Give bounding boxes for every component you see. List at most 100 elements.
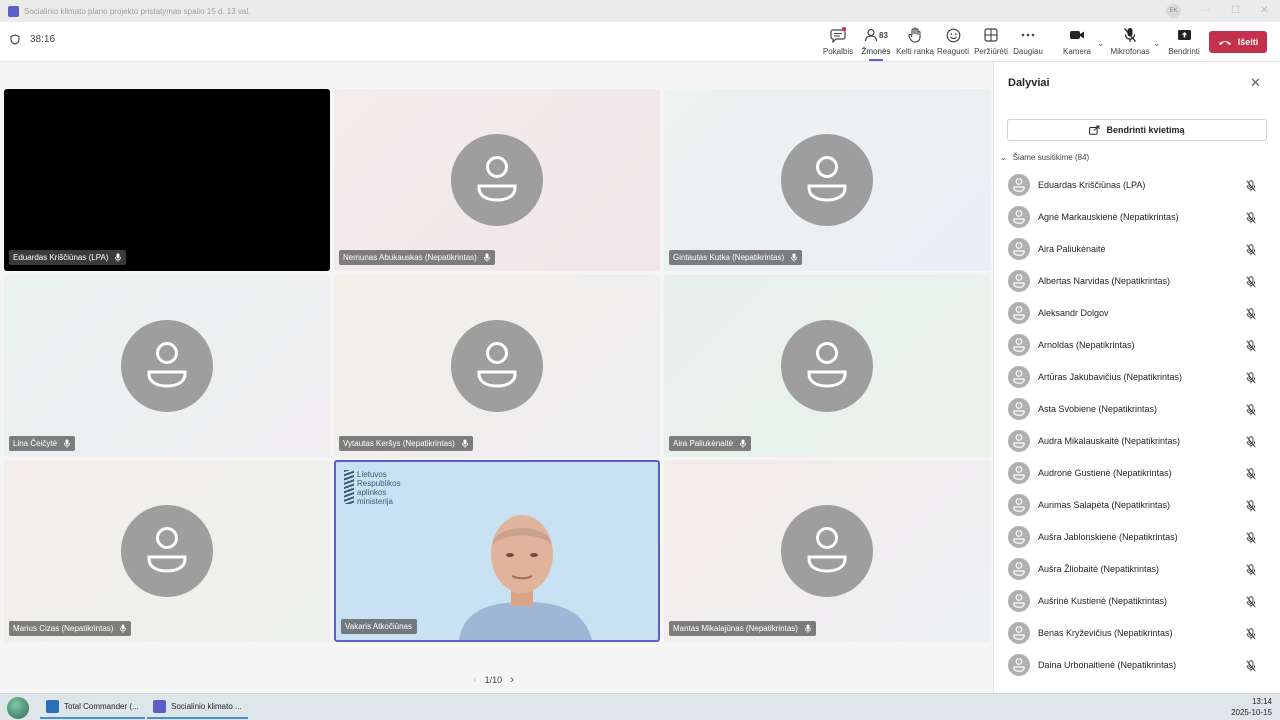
participant-row[interactable]: Agnė Markauskienė (Nepatikrintas)	[994, 201, 1280, 233]
participant-name: Eduardas Kriščiūnas (LPA)	[1038, 180, 1146, 190]
participant-row[interactable]: Aira Paliukėnaitė	[994, 233, 1280, 265]
person-icon	[807, 342, 847, 388]
participant-avatar	[1008, 398, 1030, 420]
video-tile-active-speaker[interactable]: Lietuvos Respublikos aplinkos ministerij…	[334, 460, 660, 642]
user-avatar[interactable]: EK	[1166, 4, 1181, 18]
video-tile[interactable]: Mantas Mikalajūnas (Nepatikrintas)	[664, 460, 990, 642]
os-taskbar: Total Commander (... Socialinio klimato …	[0, 693, 1280, 720]
tile-name: Gintautas Kutka (Nepatikrintas)	[673, 253, 785, 262]
page-indicator: 1/10	[484, 675, 503, 685]
maximize-icon[interactable]: ☐	[1231, 5, 1240, 16]
chat-notification-dot	[842, 27, 846, 31]
participant-avatar	[451, 320, 543, 412]
participant-row[interactable]: Aleksandr Dolgov	[994, 297, 1280, 329]
participant-row[interactable]: Aušra Žliobaitė (Nepatikrintas)	[994, 553, 1280, 585]
section-label: Šiame susitikime (84)	[1012, 153, 1090, 162]
more-button[interactable]: Daugiau	[1006, 26, 1050, 56]
more-window-icon[interactable]: ⋯	[1200, 5, 1210, 16]
camera-button[interactable]: Kamera	[1055, 26, 1099, 56]
hang-up-icon	[1218, 40, 1231, 45]
participant-row[interactable]: Daina Urbonaitienė (Nepatikrintas)	[994, 649, 1280, 681]
taskbar-item-label: Total Commander (...	[64, 702, 139, 711]
mic-off-icon	[1246, 371, 1256, 389]
mic-off-icon	[1246, 499, 1256, 517]
mic-off-icon	[1246, 531, 1256, 549]
total-commander-icon	[46, 700, 59, 713]
participant-avatar	[1008, 462, 1030, 484]
person-icon	[477, 342, 517, 388]
panel-title: Dalyviai	[1008, 77, 1050, 89]
mic-off-icon	[1246, 275, 1256, 293]
person-icon	[1013, 178, 1025, 192]
participant-avatar	[1008, 430, 1030, 452]
participant-avatar	[1008, 270, 1030, 292]
system-clock[interactable]: 13:14 2025-10-15	[1230, 696, 1272, 718]
video-tile[interactable]: Lina Čeičytė	[4, 275, 330, 457]
mic-button[interactable]: Mikrofonas	[1108, 26, 1152, 56]
participants-panel: Dalyviai ✕ Bendrinti kvietimą ⌄ Šiame su…	[993, 62, 1280, 693]
participant-name: Asta Svobiene (Nepatikrintas)	[1038, 404, 1158, 414]
tile-name-tag: Marius Cizas (Nepatikrintas)	[9, 621, 132, 636]
participant-avatar	[1008, 558, 1030, 580]
participant-row[interactable]: Arnoldas (Nepatikrintas)	[994, 329, 1280, 361]
person-icon	[1013, 626, 1025, 640]
meeting-toolbar: 38:16 Pokalbis 83 Žmonės Kelti ranką Rea…	[0, 22, 1280, 62]
tile-name: Lina Čeičytė	[13, 439, 58, 448]
close-panel-icon[interactable]: ✕	[1250, 75, 1261, 91]
mic-off-icon	[1246, 211, 1256, 229]
people-count: 83	[879, 30, 888, 40]
mic-options-chevron-icon[interactable]: ⌄	[1153, 38, 1161, 49]
logo-line: ministerija	[357, 497, 394, 506]
video-tile[interactable]: Gintautas Kutka (Nepatikrintas)	[664, 89, 990, 271]
tile-name-tag: Lina Čeičytė	[9, 436, 76, 451]
participant-avatar	[781, 505, 873, 597]
participant-avatar	[451, 134, 543, 226]
participant-name: Aušra Žliobaitė (Nepatikrintas)	[1038, 564, 1160, 574]
grid-view-icon	[984, 28, 998, 42]
participant-row[interactable]: Aurimas Salapėta (Nepatikrintas)	[994, 489, 1280, 521]
mic-off-icon	[1246, 307, 1256, 325]
start-button-icon[interactable]	[7, 697, 29, 719]
video-tile[interactable]: Aira Paliukėnaitė	[664, 275, 990, 457]
participant-name: Aleksandr Dolgov	[1038, 308, 1109, 318]
tile-name-tag: Eduardas Kriščiūnas (LPA)	[9, 250, 127, 265]
participant-row[interactable]: Aušrinė Kustienė (Nepatikrintas)	[994, 585, 1280, 617]
prev-page-chevron-icon[interactable]: ‹	[473, 674, 477, 686]
participant-row[interactable]: Asta Svobiene (Nepatikrintas)	[994, 393, 1280, 425]
participant-row[interactable]: Audra Mikalauskaitė (Nepatikrintas)	[994, 425, 1280, 457]
speaker-video-figure	[459, 515, 592, 640]
logo-line: Respublikos	[357, 479, 401, 488]
window-title-bar: Socialinio klimato plano projekto prista…	[0, 0, 1280, 22]
video-tile[interactable]: Vytautas Keršys (Nepatikrintas)	[334, 275, 660, 457]
participant-name: Benas Kryževičius (Nepatikrintas)	[1038, 628, 1173, 638]
participant-row[interactable]: Artūras Jakubavičius (Nepatikrintas)	[994, 361, 1280, 393]
mic-icon	[115, 253, 122, 262]
taskbar-item-total-commander[interactable]: Total Commander (...	[40, 696, 145, 719]
participant-row[interactable]: Eduardas Kriščiūnas (LPA)	[994, 169, 1280, 201]
video-tile[interactable]: Marius Cizas (Nepatikrintas)	[4, 460, 330, 642]
video-tile[interactable]: Eduardas Kriščiūnas (LPA)	[4, 89, 330, 271]
leave-button[interactable]: Išeiti	[1209, 31, 1267, 53]
participant-avatar	[1008, 238, 1030, 260]
video-tile[interactable]: Nemunas Abukauskas (Nepatikrintas)	[334, 89, 660, 271]
next-page-chevron-icon[interactable]: ›	[510, 674, 514, 686]
participant-row[interactable]: Audronė Gustienė (Nepatikrintas)	[994, 457, 1280, 489]
person-icon	[1013, 274, 1025, 288]
person-icon	[477, 156, 517, 202]
person-icon	[1013, 466, 1025, 480]
share-button[interactable]: Bendrinti	[1162, 26, 1206, 56]
person-icon	[1013, 402, 1025, 416]
share-invite-button[interactable]: Bendrinti kvietimą	[1007, 119, 1267, 141]
in-meeting-section-header[interactable]: ⌄ Šiame susitikime (84)	[1000, 153, 1089, 162]
participant-row[interactable]: Albertas Narvidas (Nepatikrintas)	[994, 265, 1280, 297]
person-icon	[1013, 562, 1025, 576]
logo-line: aplinkos	[357, 488, 387, 497]
taskbar-item-teams[interactable]: Socialinio klimato ...	[147, 696, 248, 719]
mic-off-icon	[1246, 595, 1256, 613]
mic-off-icon	[1246, 467, 1256, 485]
close-window-icon[interactable]: ✕	[1260, 5, 1268, 16]
people-button[interactable]: 83 Žmonės	[854, 26, 898, 61]
camera-options-chevron-icon[interactable]: ⌄	[1097, 38, 1105, 49]
participant-row[interactable]: Aušra Jablonskienė (Nepatikrintas)	[994, 521, 1280, 553]
participant-row[interactable]: Benas Kryževičius (Nepatikrintas)	[994, 617, 1280, 649]
